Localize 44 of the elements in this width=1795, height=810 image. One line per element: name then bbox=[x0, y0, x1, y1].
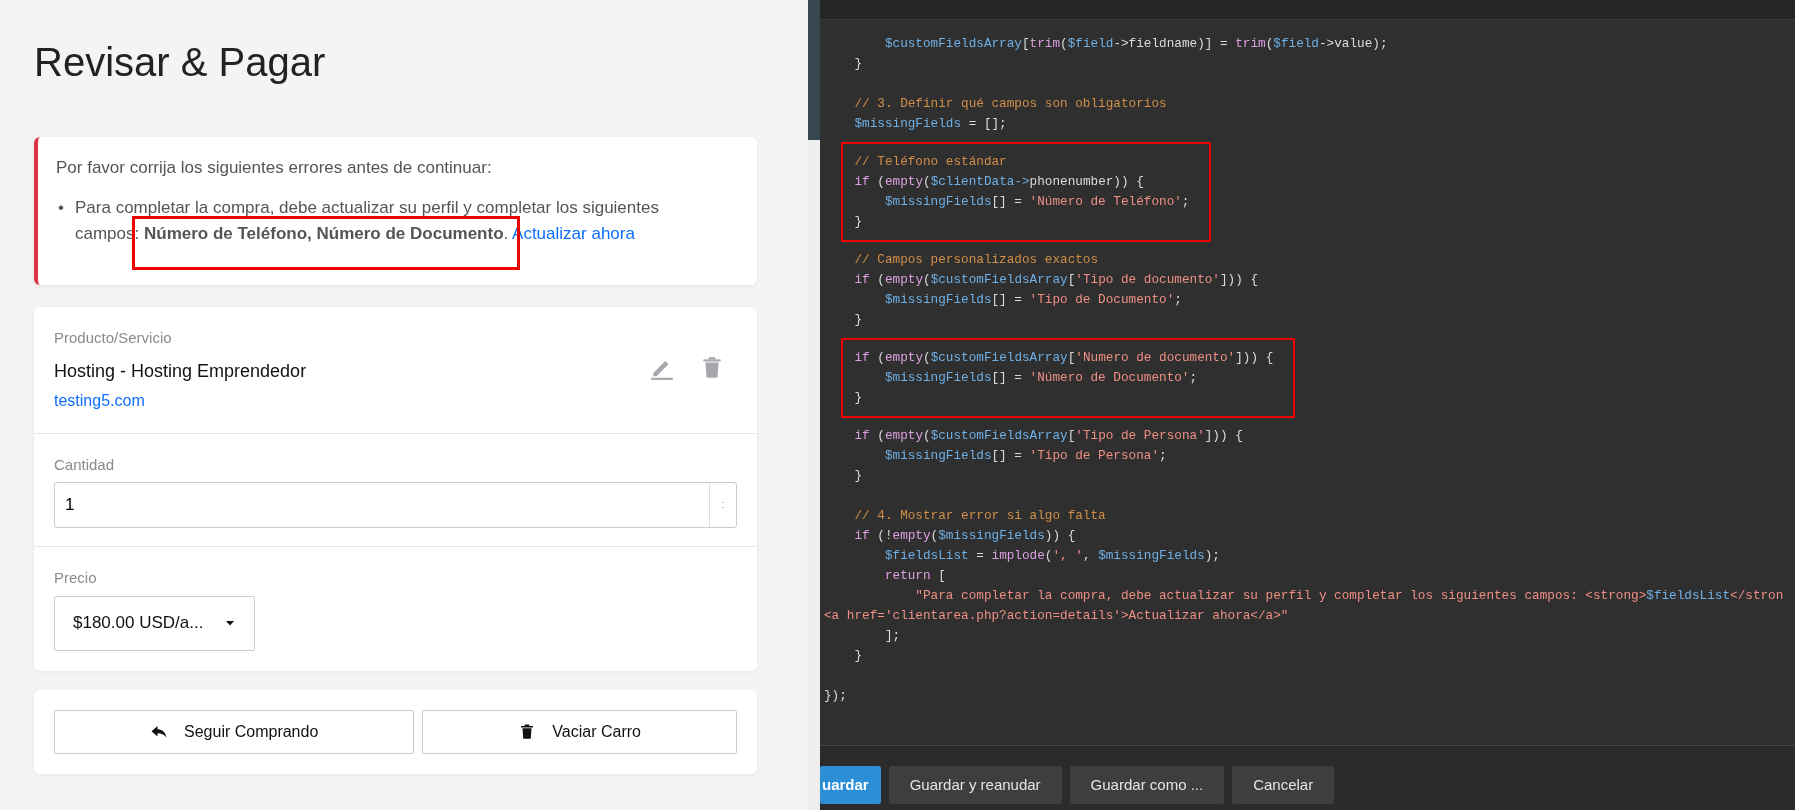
bullet: • bbox=[58, 197, 65, 219]
code-line: return [ bbox=[884, 567, 946, 585]
code-line: } bbox=[854, 213, 863, 231]
code-line: if (empty($customFieldsArray['Tipo de Persona'])) { bbox=[854, 427, 1243, 445]
page-title: Revisar & Pagar bbox=[34, 39, 327, 86]
editor-button[interactable]: Guardar como ... bbox=[1069, 766, 1225, 804]
code-line: if (empty($clientData->phonenumber)) { bbox=[854, 173, 1144, 191]
code-line: $missingFields[] = 'Número de Documento'; bbox=[884, 369, 1198, 387]
code-line: } bbox=[854, 467, 863, 485]
product-name: Hosting - Hosting Emprendedor bbox=[54, 359, 308, 383]
field-label: Producto/Servicio bbox=[54, 328, 173, 348]
code-line: }); bbox=[824, 687, 847, 705]
code-line: // Teléfono estándar bbox=[854, 153, 1007, 171]
domain-link[interactable]: testing5.com bbox=[54, 391, 145, 409]
code-line: if (empty($customFieldsArray['Tipo de documento'])) { bbox=[854, 271, 1259, 289]
code-line: } bbox=[854, 647, 863, 665]
editor-button[interactable]: Guardar y reanudar bbox=[888, 766, 1062, 804]
save-button[interactable]: uardar bbox=[820, 766, 881, 804]
code-line: <a href='clientarea.php?action=details'>Actualizar ahora</a>" bbox=[824, 607, 1289, 625]
code-line: } bbox=[854, 55, 863, 73]
code-line: // 4. Mostrar error si algo falta bbox=[854, 507, 1106, 525]
code-line: ]; bbox=[884, 627, 901, 645]
code-line: } bbox=[854, 389, 863, 407]
field-label: Precio bbox=[54, 568, 98, 588]
code-line: $missingFields[] = 'Tipo de Documento'; bbox=[884, 291, 1182, 309]
code-line: if (!empty($missingFields)) { bbox=[854, 527, 1076, 545]
code-line: $fieldsList = implode(', ', $missingFields); bbox=[884, 547, 1220, 565]
code-line: if (empty($customFieldsArray['Numero de documento'])) { bbox=[854, 349, 1274, 367]
continue-shopping-button[interactable]: Seguir Comprando bbox=[54, 709, 415, 754]
code-line: } bbox=[854, 311, 863, 329]
code-line: $missingFields = []; bbox=[854, 115, 1007, 133]
empty-cart-button[interactable]: Vaciar Carro bbox=[422, 709, 737, 754]
editor-button[interactable]: Cancelar bbox=[1232, 766, 1335, 804]
code-line: "Para completar la compra, debe actualizar su perfil y completar los siguientes campos: <strong>$fieldsList</stron bbox=[915, 587, 1784, 605]
code-line: // Campos personalizados exactos bbox=[854, 251, 1099, 269]
code-line: $customFieldsArray[trim($field->fieldname)] = trim($field->value); bbox=[884, 35, 1388, 53]
code-line: // 3. Definir qué campos son obligatorios bbox=[854, 95, 1167, 113]
code-line: $missingFields[] = 'Tipo de Persona'; bbox=[884, 447, 1167, 465]
scrollbar-thumb[interactable] bbox=[808, 0, 820, 140]
price-dropdown[interactable]: $180.00 USD/a... bbox=[54, 595, 255, 651]
field-label: Cantidad bbox=[54, 454, 116, 475]
code-line: $missingFields[] = 'Número de Teléfono'; bbox=[884, 193, 1190, 211]
alert-message: Por favor corrija los siguientes errores antes de continuar: bbox=[56, 157, 493, 179]
quantity-field[interactable]: 1 bbox=[54, 482, 737, 528]
